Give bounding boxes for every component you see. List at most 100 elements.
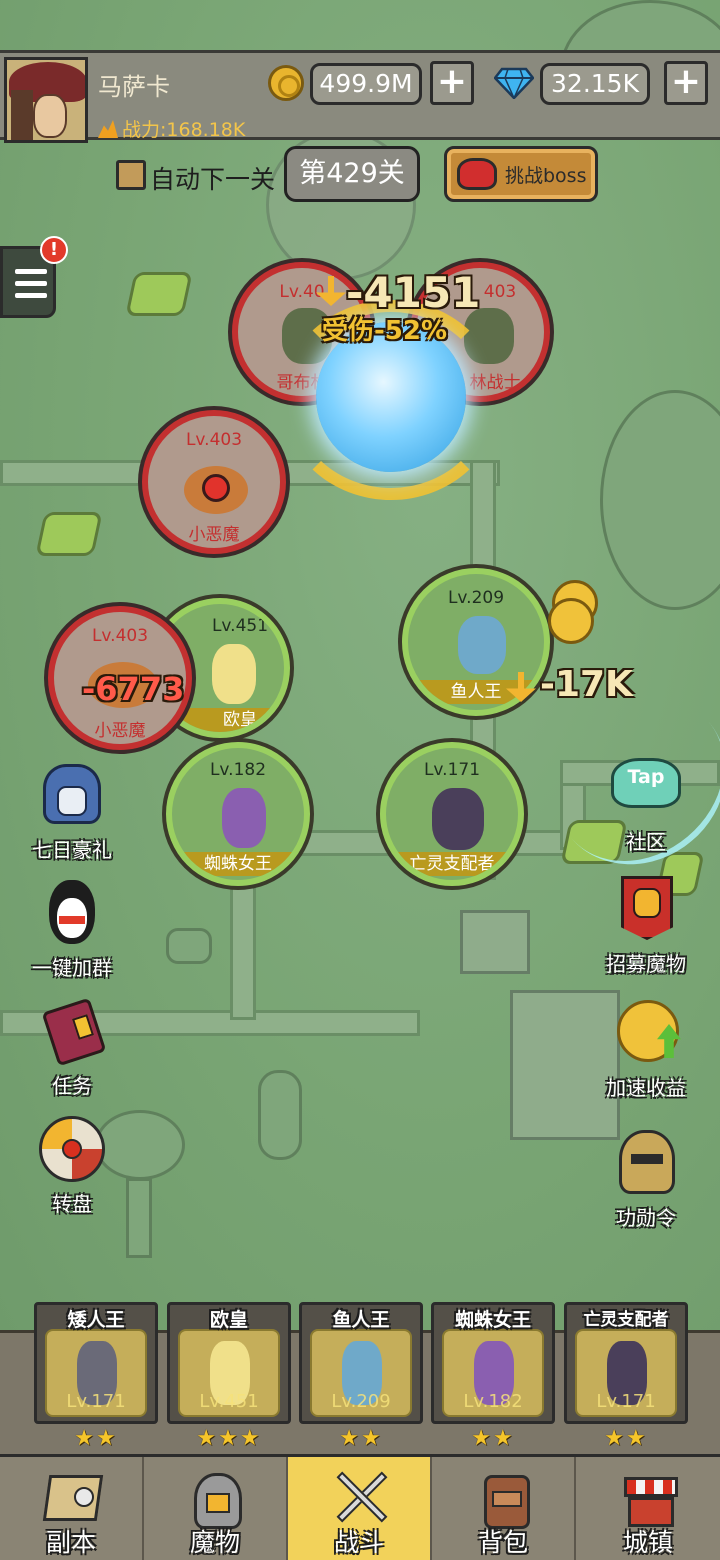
add-gold-button[interactable]: + (430, 61, 474, 105)
hero-level: Lv.171 (596, 1391, 656, 1412)
boss-skull-icon (457, 158, 497, 190)
coin-boost-icon (609, 996, 683, 1070)
knight-helmet-icon (35, 758, 109, 832)
ally-spider-queen[interactable]: Lv.182 蜘蛛女王 (166, 742, 310, 886)
tree (258, 1070, 302, 1160)
team-slot-ouhuang[interactable]: 欧皇 Lv.451 (167, 1302, 291, 1424)
coin-drop-icon (548, 598, 594, 644)
tap-icon: Tap (609, 750, 683, 824)
wheel-icon (35, 1112, 109, 1186)
quest-label: 任务 (52, 1074, 92, 1098)
team-slot-undead-lord[interactable]: 亡灵支配者 Lv.171 (564, 1302, 688, 1424)
ally-undead-lord[interactable]: Lv.171 亡灵支配者 (380, 742, 524, 886)
recruit-monster-button[interactable]: 招募魔物 (586, 872, 706, 977)
nav-dungeon-label: 副本 (45, 1528, 96, 1557)
nav-battle-label: 战斗 (333, 1528, 384, 1557)
team-slot-spider-queen[interactable]: 蜘蛛女王 Lv.182 (431, 1302, 555, 1424)
hero-stars: ★★★ (196, 1426, 262, 1451)
undead-lord-sprite (432, 788, 484, 850)
quest-book-icon (35, 994, 109, 1068)
enemy-name: 小恶魔 (188, 525, 240, 545)
ouhuang-sprite (212, 644, 256, 704)
speed-income-label: 加速收益 (606, 1076, 686, 1100)
gem-amount: 32.15K (540, 63, 650, 105)
hero-name: 鱼人王 (332, 1309, 390, 1331)
combat-power-value: 战力:168.18K (122, 119, 246, 141)
fish-king-sprite (458, 616, 506, 674)
helmet-icon (609, 1126, 683, 1200)
seven-day-gift-label: 七日豪礼 (32, 838, 112, 862)
menu-alert-badge: ! (40, 236, 68, 264)
nav-monsters[interactable]: 魔物 (144, 1457, 288, 1560)
damage-number-imp: -6773 (82, 670, 185, 708)
penguin-icon (35, 876, 109, 950)
hero-level: Lv.171 (66, 1391, 126, 1412)
merit-pass-label: 功勋令 (616, 1206, 676, 1230)
hero-name: 蜘蛛女王 (454, 1309, 531, 1331)
shop-icon (620, 1469, 678, 1527)
challenge-boss-label: 挑战boss (505, 165, 587, 187)
ally-level: Lv.171 (423, 760, 481, 780)
join-group-label: 一键加群 (32, 956, 112, 980)
gold-amount: 499.9M (310, 63, 422, 105)
house (460, 910, 530, 974)
nav-town[interactable]: 城镇 (576, 1457, 720, 1560)
quest-button[interactable]: 任务 (12, 994, 132, 1099)
hero-stars: ★★ (604, 1426, 648, 1451)
team-slot-fish-king[interactable]: 鱼人王 Lv.209 (299, 1302, 423, 1424)
tree (600, 390, 720, 610)
power-icon (98, 120, 118, 138)
damage-taken-label: 受伤-52% (322, 316, 448, 346)
auto-next-stage-checkbox[interactable] (116, 160, 146, 190)
banner-icon (609, 872, 683, 946)
damage-number-fish: -17K (540, 664, 633, 705)
hero-level: Lv.451 (199, 1391, 259, 1412)
community-label: 社区 (626, 830, 666, 854)
hero-name: 亡灵支配者 (583, 1310, 669, 1330)
nav-backpack[interactable]: 背包 (432, 1457, 576, 1560)
tap-badge: Tap (627, 766, 665, 788)
add-gems-button[interactable]: + (664, 61, 708, 105)
gold-coin-icon (268, 65, 304, 101)
recruit-monster-label: 招募魔物 (606, 952, 686, 976)
speed-income-button[interactable]: 加速收益 (586, 996, 706, 1101)
team-slot-dwarf-king[interactable]: 矮人王 Lv.171 (34, 1302, 158, 1424)
hero-stars: ★★ (339, 1426, 383, 1451)
spider-queen-sprite (222, 788, 266, 848)
enemy-imp-upper[interactable]: Lv.403 小恶魔 (142, 410, 286, 554)
hero-stars: ★★ (74, 1426, 118, 1451)
enemy-level: Lv.403 (185, 430, 243, 450)
ally-name: 亡灵支配者 (386, 852, 518, 876)
lucky-wheel-button[interactable]: 转盘 (12, 1112, 132, 1217)
player-name: 马萨卡 (98, 73, 170, 101)
merit-pass-button[interactable]: 功勋令 (586, 1126, 706, 1231)
hero-name: 欧皇 (209, 1309, 248, 1331)
current-stage: 第429关 (284, 146, 420, 202)
tree (166, 928, 212, 964)
nav-town-label: 城镇 (622, 1528, 673, 1557)
seven-day-gift-button[interactable]: 七日豪礼 (12, 758, 132, 863)
grass-tuft (35, 512, 103, 556)
map-path (230, 880, 256, 1020)
community-button[interactable]: Tap 社区 (586, 750, 706, 855)
grass-tuft (125, 272, 193, 316)
player-avatar[interactable] (4, 57, 88, 143)
auto-next-stage-label: 自动下一关 (150, 165, 276, 194)
imp-eye-icon (202, 474, 230, 502)
nav-battle[interactable]: 战斗 (288, 1457, 432, 1560)
combat-power: 战力:168.18K (98, 115, 245, 142)
map-icon (42, 1469, 104, 1527)
monster-helmet-icon (188, 1469, 246, 1529)
nav-backpack-label: 背包 (477, 1528, 528, 1557)
hero-name: 矮人王 (67, 1309, 125, 1331)
join-group-button[interactable]: 一键加群 (12, 876, 132, 981)
nav-dungeon[interactable]: 副本 (0, 1457, 144, 1560)
ally-name: 蜘蛛女王 (172, 852, 304, 876)
bottom-nav: 副本 魔物 战斗 背包 城镇 (0, 1454, 720, 1560)
hero-level: Lv.209 (331, 1391, 391, 1412)
crossed-swords-icon (332, 1469, 390, 1527)
challenge-boss-button[interactable]: 挑战boss (444, 146, 598, 202)
enemy-level: Lv.403 (91, 626, 149, 646)
lucky-wheel-label: 转盘 (52, 1192, 92, 1216)
hero-stars: ★★ (471, 1426, 515, 1451)
